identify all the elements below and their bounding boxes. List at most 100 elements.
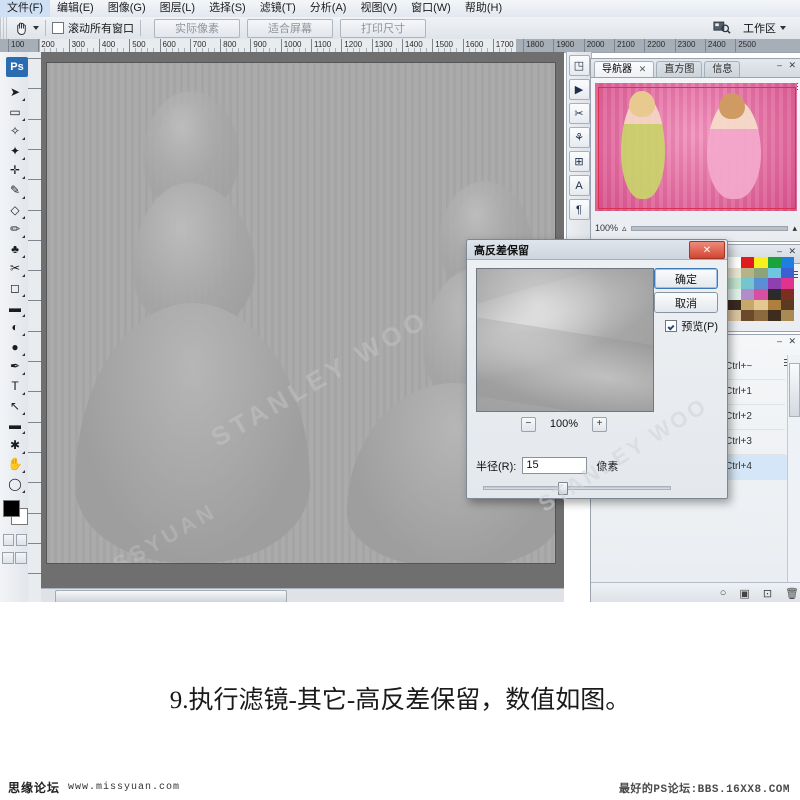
print-size-button[interactable]: 打印尺寸	[340, 18, 426, 38]
swatch-cell[interactable]	[754, 278, 768, 289]
shape-tool-icon[interactable]: ▬	[4, 415, 26, 435]
brush-tool-icon[interactable]: ✏	[4, 219, 26, 239]
preview-zoom-out-button[interactable]: −	[520, 416, 536, 432]
swatch-cell[interactable]	[754, 257, 768, 268]
clone-stamp-tool-icon[interactable]: ♣	[4, 239, 26, 259]
new-channel-icon[interactable]: ⊡	[763, 587, 772, 600]
move-tool-icon[interactable]: ➤	[4, 82, 26, 102]
swatch-cell[interactable]	[780, 278, 794, 289]
marquee-tool-icon[interactable]: ▭	[4, 102, 26, 122]
ok-button[interactable]: 确定	[654, 268, 718, 289]
navigator-view-box[interactable]	[598, 87, 796, 209]
navigator-thumbnail[interactable]	[595, 83, 797, 211]
tab-navigator[interactable]: 导航器 ✕	[594, 61, 655, 77]
swatch-cell[interactable]	[780, 310, 794, 321]
swatch-cell[interactable]	[728, 267, 742, 279]
swatch-cell[interactable]	[741, 278, 755, 289]
menu-item-file[interactable]: 文件(F)	[0, 0, 51, 17]
mini-bridge-icon[interactable]: ▶	[568, 79, 590, 100]
crop-tool-icon[interactable]: ✛	[4, 160, 26, 180]
menu-item-select[interactable]: 选择(S)	[202, 0, 253, 17]
swatch-cell[interactable]	[780, 257, 794, 268]
pen-tool-icon[interactable]: ✒	[4, 356, 26, 376]
screen-mode-toggle[interactable]	[2, 552, 27, 564]
navigator-window-buttons[interactable]: – ✕	[777, 60, 798, 71]
swatch-cell[interactable]	[767, 278, 781, 289]
swatch-cell[interactable]	[741, 289, 755, 300]
quick-mask-toggle[interactable]	[3, 534, 27, 546]
clone-source-icon[interactable]: ⊞	[568, 151, 590, 172]
eyedropper-tool-icon[interactable]: ✎	[4, 180, 26, 200]
eraser-tool-icon[interactable]: ◻	[4, 278, 26, 298]
save-selection-icon[interactable]: ▣	[739, 587, 749, 600]
vertical-ruler[interactable]	[28, 52, 42, 602]
dodge-tool-icon[interactable]: ●	[4, 337, 26, 357]
menu-item-analysis[interactable]: 分析(A)	[303, 0, 354, 17]
navigator-zoom-slider[interactable]	[630, 225, 789, 231]
menu-item-edit[interactable]: 编辑(E)	[50, 0, 101, 17]
preview-checkbox[interactable]	[665, 320, 678, 332]
swatch-cell[interactable]	[767, 289, 781, 300]
options-bar-grip[interactable]	[0, 17, 9, 39]
close-icon[interactable]: ✕	[639, 64, 647, 74]
horizontal-scrollbar[interactable]	[41, 588, 564, 603]
swatch-cell[interactable]	[728, 278, 742, 289]
character-panel-icon[interactable]: A	[568, 175, 590, 196]
swatch-cell[interactable]	[741, 267, 755, 279]
cancel-button[interactable]: 取消	[654, 292, 718, 313]
menu-item-layer[interactable]: 图层(L)	[153, 0, 202, 17]
load-selection-icon[interactable]: ○	[720, 587, 727, 599]
lasso-tool-icon[interactable]: ✧	[4, 121, 26, 141]
history-brush-tool-icon[interactable]: ✂	[4, 258, 26, 278]
scroll-all-windows-checkbox[interactable]	[52, 22, 64, 34]
swatch-cell[interactable]	[754, 310, 768, 321]
actual-pixels-button[interactable]: 实际像素	[154, 18, 240, 38]
tab-info[interactable]: 信息	[704, 61, 741, 77]
foreground-color-swatch[interactable]	[3, 500, 20, 517]
swatches-grid[interactable]	[728, 257, 794, 321]
measure-scale-icon[interactable]: ✂	[568, 103, 590, 124]
foreground-background-color[interactable]	[3, 500, 28, 525]
channels-scrollbar-thumb[interactable]	[789, 363, 800, 417]
tab-histogram[interactable]: 直方图	[656, 61, 703, 77]
healing-brush-tool-icon[interactable]: ◇	[4, 200, 26, 220]
swatch-cell[interactable]	[741, 299, 755, 311]
standard-mode-icon[interactable]	[3, 534, 14, 546]
hand-tool-icon[interactable]	[9, 18, 33, 38]
swatch-cell[interactable]	[767, 299, 781, 311]
swatch-cell[interactable]	[767, 257, 781, 268]
color-window-buttons[interactable]: – ✕	[777, 246, 798, 257]
dialog-close-button[interactable]: ✕	[689, 241, 725, 259]
channels-scrollbar[interactable]	[787, 355, 800, 582]
swatch-cell[interactable]	[780, 299, 794, 311]
swatch-cell[interactable]	[780, 289, 794, 300]
swatch-cell[interactable]	[728, 299, 742, 311]
preview-zoom-in-button[interactable]: +	[592, 416, 608, 432]
channels-window-buttons[interactable]: – ✕	[777, 336, 798, 347]
screen-mode-full-icon[interactable]	[15, 552, 27, 564]
swatch-cell[interactable]	[741, 257, 755, 268]
zoom-out-icon[interactable]: ▵	[622, 223, 627, 234]
delete-channel-icon[interactable]: 🗑	[785, 587, 799, 600]
swatch-cell[interactable]	[754, 267, 768, 279]
quick-mask-mode-icon[interactable]	[16, 534, 27, 546]
bridge-icon[interactable]: ◳	[568, 55, 590, 76]
menu-item-view[interactable]: 视图(V)	[353, 0, 404, 17]
swatch-cell[interactable]	[767, 267, 781, 279]
navigator-zoom-value[interactable]: 100%	[595, 223, 618, 233]
path-selection-tool-icon[interactable]: ↖	[4, 396, 26, 416]
blur-tool-icon[interactable]: ◐	[4, 317, 26, 337]
dialog-title-bar[interactable]: 高反差保留	[467, 240, 727, 260]
zoom-in-icon[interactable]: ▴	[792, 223, 797, 234]
menu-item-filter[interactable]: 滤镜(T)	[253, 0, 303, 17]
swatch-cell[interactable]	[741, 310, 755, 321]
tool-preset-caret-icon[interactable]	[33, 26, 39, 30]
swatch-cell[interactable]	[728, 257, 742, 268]
menu-item-help[interactable]: 帮助(H)	[458, 0, 509, 17]
swatch-cell[interactable]	[754, 299, 768, 311]
swatch-cell[interactable]	[780, 267, 794, 279]
screen-mode-icon[interactable]	[713, 20, 731, 37]
horizontal-ruler[interactable]: 100 200 300 400 500 600 700 800 900 1000 1100 1200 1…	[0, 39, 800, 53]
zoom-tool-icon[interactable]: ◯	[4, 474, 26, 494]
swatch-cell[interactable]	[767, 310, 781, 321]
